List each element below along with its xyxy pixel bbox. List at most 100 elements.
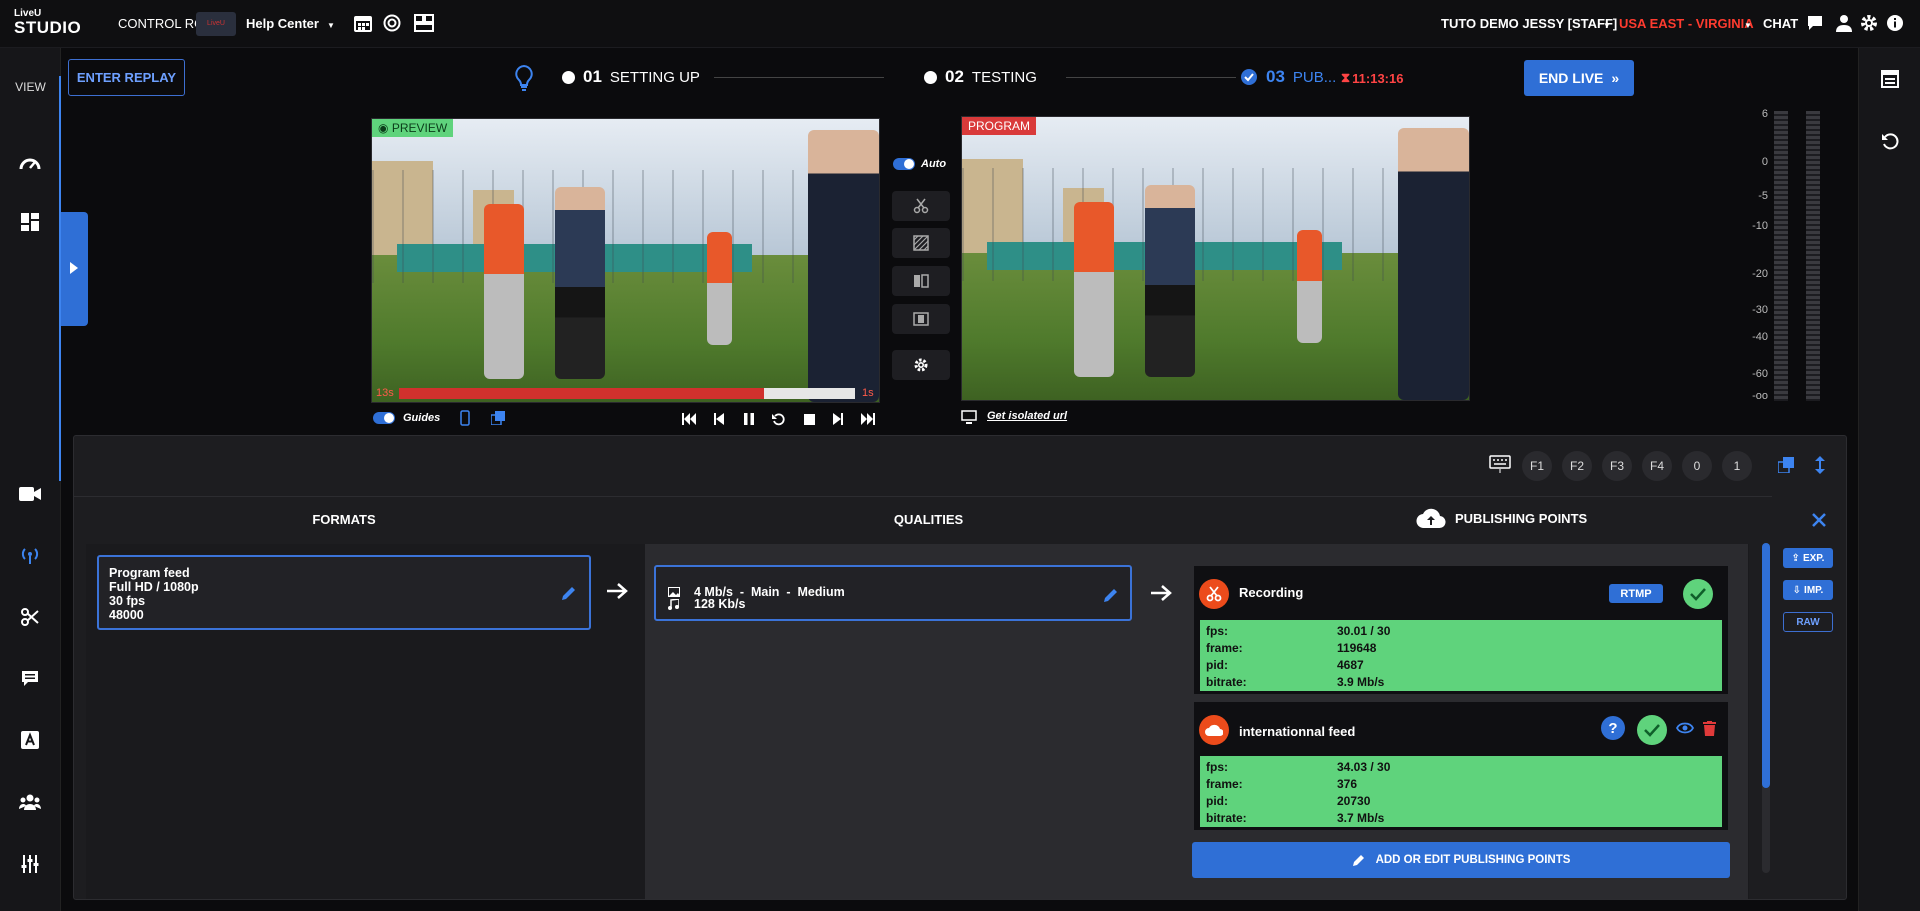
expand-panel-button[interactable] [61, 212, 88, 326]
shortcut-key-1[interactable]: 1 [1722, 451, 1752, 481]
camera-sources-icon[interactable] [18, 482, 42, 506]
chat-messages-icon[interactable] [18, 667, 42, 691]
lightbulb-tips-icon[interactable] [515, 65, 533, 91]
calendar-icon[interactable] [354, 14, 372, 32]
layout-grid-icon[interactable] [18, 210, 42, 234]
step-forward-icon[interactable] [829, 410, 847, 428]
program-video-person [1398, 128, 1469, 400]
enter-replay-button[interactable]: ENTER REPLAY [68, 59, 185, 96]
cut-transition-button[interactable] [892, 191, 950, 221]
info-icon[interactable] [1886, 14, 1904, 32]
chevron-down-icon[interactable]: ▼ [1744, 21, 1752, 30]
copy-layers-icon[interactable] [491, 411, 505, 425]
chevron-down-icon[interactable]: ▼ [327, 21, 335, 30]
step-back-icon[interactable] [710, 410, 728, 428]
skip-end-icon[interactable] [859, 410, 877, 428]
liveu-studio-logo[interactable]: LiveU STUDIO [14, 9, 81, 37]
scissors-icon[interactable] [18, 605, 42, 629]
arrow-right-icon [1151, 584, 1173, 602]
shortcut-key-f3[interactable]: F3 [1602, 451, 1632, 481]
scrollbar-thumb[interactable] [1762, 543, 1770, 788]
export-button[interactable]: ⇪ EXP. [1783, 548, 1833, 568]
wipe-transition-button[interactable] [892, 266, 950, 296]
replay-icon[interactable] [769, 410, 787, 428]
user-menu[interactable]: TUTO DEMO JESSY [STAFF] [1441, 16, 1617, 31]
quality-card[interactable]: 4 Mb/s - Main - Medium 128 Kb/s [654, 565, 1132, 621]
support-lifebuoy-icon[interactable] [383, 14, 401, 32]
shortcut-key-0[interactable]: 0 [1682, 451, 1712, 481]
trash-delete-icon[interactable] [1703, 721, 1716, 736]
slide-transition-icon [913, 311, 929, 327]
copy-layers-icon[interactable] [1778, 457, 1794, 473]
raw-button[interactable]: RAW [1783, 612, 1833, 632]
chat-label[interactable]: CHAT [1763, 16, 1798, 31]
history-undo-icon[interactable] [1881, 132, 1899, 150]
keyboard-shortcuts-icon[interactable] [1489, 455, 1511, 473]
auto-toggle[interactable]: Auto [893, 158, 946, 170]
skip-start-icon[interactable] [680, 410, 698, 428]
vu-meter-left-channel [1774, 111, 1788, 401]
edit-pencil-icon[interactable] [1103, 587, 1119, 603]
scrollbar-track[interactable] [1762, 543, 1770, 873]
vu-meter-right-channel [1806, 111, 1820, 401]
slide-transition-button[interactable] [892, 304, 950, 334]
get-isolated-url-link[interactable]: Get isolated url [987, 410, 1067, 422]
guides-toggle[interactable]: Guides [373, 412, 440, 424]
user-profile-icon[interactable] [1836, 14, 1852, 32]
notes-panel-icon[interactable] [1881, 70, 1899, 88]
svg-text:?: ? [1608, 720, 1617, 737]
shortcut-key-f1[interactable]: F1 [1522, 451, 1552, 481]
broadcast-antenna-icon[interactable] [18, 543, 42, 567]
close-icon[interactable] [1812, 513, 1826, 527]
pencil-icon [1352, 853, 1366, 867]
guides-switch[interactable] [373, 412, 395, 424]
eye-preview-icon[interactable] [1676, 722, 1694, 734]
program-monitor[interactable]: PROGRAM [961, 116, 1470, 401]
multiview-layout-icon[interactable] [414, 14, 434, 32]
audio-mixer-icon[interactable] [18, 852, 42, 876]
step-publishing[interactable]: 03 PUB... [1240, 67, 1336, 87]
status-ok-check-icon[interactable] [1637, 715, 1667, 745]
import-button[interactable]: ⇩ IMP. [1783, 580, 1833, 600]
end-live-label: END LIVE [1538, 70, 1604, 86]
dashboard-gauge-icon[interactable] [18, 150, 42, 174]
guests-users-icon[interactable] [18, 790, 42, 814]
gear-icon[interactable] [1860, 14, 1878, 32]
text-overlay-icon[interactable] [18, 728, 42, 752]
region-menu[interactable]: USA EAST - VIRGINIA [1619, 16, 1754, 31]
shortcut-key-f2[interactable]: F2 [1562, 451, 1592, 481]
cloud-icon [1199, 715, 1229, 745]
help-question-icon[interactable]: ? [1600, 715, 1626, 741]
preview-video-person [808, 130, 879, 402]
stop-icon[interactable] [800, 410, 818, 428]
format-details: Program feed Full HD / 1080p 30 fps 4800… [109, 566, 199, 622]
shortcut-key-f4[interactable]: F4 [1642, 451, 1672, 481]
program-video-person [1144, 184, 1196, 378]
status-ok-check-icon[interactable] [1683, 579, 1713, 609]
mobile-view-icon[interactable] [460, 410, 470, 426]
step-testing[interactable]: 02 TESTING [924, 67, 1037, 87]
mix-transition-button[interactable] [892, 228, 950, 258]
preview-monitor[interactable]: ◉ PREVIEW 13s 1s [371, 118, 880, 403]
stat-label: pid: [1206, 657, 1228, 672]
transition-progress-bar[interactable] [399, 388, 855, 399]
panel-divider [74, 496, 1772, 497]
download-icon: ⇩ [1792, 584, 1802, 596]
resize-vertical-icon[interactable] [1815, 456, 1825, 474]
edit-pencil-icon[interactable] [561, 585, 577, 601]
stat-pid: 20730 [1337, 793, 1371, 808]
help-center-menu[interactable]: Help Center [246, 16, 319, 31]
step-status-dot [562, 70, 575, 84]
chat-bubble-icon[interactable] [1807, 15, 1823, 31]
add-edit-publishing-points-button[interactable]: ADD OR EDIT PUBLISHING POINTS [1192, 842, 1730, 878]
chevron-down-icon[interactable]: ▼ [1603, 21, 1611, 30]
transition-settings-button[interactable] [892, 350, 950, 380]
view-label[interactable]: VIEW [0, 80, 61, 94]
auto-switch[interactable] [893, 158, 915, 170]
end-live-button[interactable]: END LIVE » [1524, 60, 1634, 96]
pause-icon[interactable] [740, 410, 758, 428]
step-setting-up[interactable]: 01 SETTING UP [562, 67, 700, 87]
format-card[interactable]: Program feed Full HD / 1080p 30 fps 4800… [97, 555, 591, 630]
protocol-badge: RTMP [1609, 584, 1663, 603]
transition-time-left: 13s [376, 387, 394, 399]
